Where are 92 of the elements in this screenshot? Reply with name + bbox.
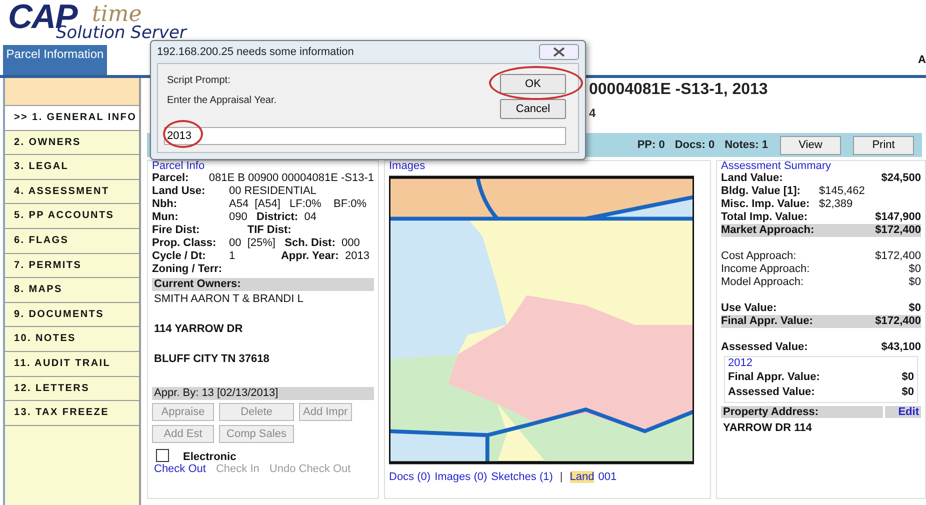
summary-label: Final Appr. Value: bbox=[728, 371, 820, 384]
dialog-button[interactable]: Cancel bbox=[500, 99, 566, 119]
field-value: 090 District: 04 bbox=[229, 211, 316, 224]
sidebar-item[interactable]: 7. PERMITS bbox=[5, 254, 139, 278]
summary-value: $43,100 bbox=[881, 341, 921, 354]
sidebar-item[interactable]: 9. DOCUMENTS bbox=[5, 302, 139, 328]
panel-title: Images bbox=[389, 160, 426, 172]
field-label: Nbh: bbox=[152, 198, 178, 211]
image-link[interactable]: Sketches (1) bbox=[491, 471, 553, 483]
field-label: Land Use: bbox=[152, 185, 206, 198]
input-field[interactable]: 2013 bbox=[164, 127, 566, 145]
field-value: A54 [A54] LF:0% BF:0% bbox=[229, 198, 367, 211]
sidebar-item[interactable]: 6. FLAGS bbox=[5, 228, 139, 254]
summary-label: Use Value: bbox=[721, 302, 777, 315]
field-value: 1 Appr. Year: 2013 bbox=[229, 250, 370, 263]
header-text: A bbox=[918, 54, 926, 66]
panel-title: Assessment Summary bbox=[721, 160, 832, 172]
field-value: 081E B 00900 00004081E -S13-1 bbox=[208, 172, 374, 185]
image-tab[interactable]: Land bbox=[570, 471, 594, 483]
summary-label: Cost Approach: bbox=[721, 250, 796, 263]
sidebar-item[interactable]: 2. OWNERS bbox=[5, 130, 139, 156]
section-header: Current Owners: bbox=[152, 278, 374, 291]
panel-title: Parcel Info bbox=[152, 160, 205, 172]
field-value: 00 [25%] Sch. Dist: 000 bbox=[229, 237, 360, 250]
sidebar-item[interactable]: 5. PP ACCOUNTS bbox=[5, 204, 139, 229]
image-link[interactable]: Docs (0) bbox=[389, 471, 431, 483]
summary-label: Model Approach: bbox=[721, 276, 804, 289]
summary-label: Land Value: bbox=[721, 172, 783, 185]
summary-label: Income Approach: bbox=[721, 263, 810, 276]
count-label: Docs: 0 bbox=[674, 139, 715, 151]
property-address: YARROW DR 114 bbox=[722, 422, 813, 434]
summary-row: Market Approach: $172,400 bbox=[721, 224, 921, 237]
summary-value: $147,900 bbox=[875, 211, 921, 224]
owner-name: SMITH AARON T & BRANDI L bbox=[153, 293, 304, 305]
summary-value: $24,500 bbox=[881, 172, 921, 185]
field-label: Zoning / Terr: bbox=[152, 263, 224, 276]
summary-label: Assessed Value: bbox=[728, 386, 815, 399]
checkbox-label: Electronic bbox=[183, 451, 236, 463]
toolbar-button[interactable]: Print bbox=[853, 136, 914, 154]
count-label: Notes: 1 bbox=[724, 139, 768, 151]
field-label: Fire Dist: bbox=[152, 224, 201, 237]
sidebar-item[interactable]: 13. TAX FREEZE bbox=[5, 401, 139, 426]
sidebar-item[interactable]: >> 1. GENERAL INFO bbox=[5, 106, 139, 131]
field-label: Prop. Class: bbox=[152, 237, 218, 250]
image-tab[interactable]: 001 bbox=[598, 471, 617, 483]
record-subtitle: 4 bbox=[589, 106, 597, 120]
summary-label: Misc. Imp. Value: bbox=[721, 198, 811, 211]
link[interactable]: Check Out bbox=[154, 463, 206, 475]
parcel-information-tab[interactable]: Parcel Information bbox=[3, 45, 107, 75]
sidebar-item[interactable]: 3. LEGAL bbox=[5, 155, 139, 180]
owner-address: 114 YARROW DR bbox=[153, 323, 244, 335]
summary-value: $145,462 bbox=[819, 185, 865, 198]
toolbar-button[interactable]: View bbox=[780, 136, 841, 154]
summary-value: $0 bbox=[908, 263, 921, 276]
dialog-button[interactable]: OK bbox=[500, 74, 566, 94]
summary-value: $0 bbox=[902, 371, 914, 384]
summary-row: Final Appr. Value: $172,400 bbox=[721, 315, 921, 328]
checkbox[interactable] bbox=[156, 448, 169, 462]
sidebar-item[interactable]: 4. ASSESSMENT bbox=[5, 180, 139, 204]
separator: | bbox=[560, 471, 563, 483]
sidebar-item[interactable]: 8. MAPS bbox=[5, 278, 139, 303]
highlight-ellipse bbox=[163, 120, 203, 148]
field-label: Cycle / Dt: bbox=[152, 250, 207, 263]
summary-value: $0 bbox=[908, 302, 921, 315]
logo: CAP time Solution Server bbox=[7, 0, 188, 45]
field-value: TIF Dist: bbox=[246, 224, 292, 237]
owner-address: BLUFF CITY TN 37618 bbox=[153, 353, 270, 365]
sidebar-item[interactable]: 12. LETTERS bbox=[5, 376, 139, 402]
field-value: 00 RESIDENTIAL bbox=[229, 185, 316, 198]
summary-value: $0 bbox=[902, 386, 914, 399]
close-icon bbox=[553, 47, 565, 57]
sidebar-item[interactable]: 11. AUDIT TRAIL bbox=[5, 352, 139, 377]
prompt-message: Enter the Appraisal Year. bbox=[167, 95, 277, 106]
field-label: Mun: bbox=[152, 211, 180, 224]
summary-label: Bldg. Value [1]: bbox=[721, 185, 802, 198]
field-label: Parcel: bbox=[152, 172, 190, 185]
summary-label: Total Imp. Value: bbox=[721, 211, 808, 224]
record-title: 00004081E -S13-1, 2013 bbox=[589, 81, 768, 99]
sidebar-item[interactable]: 10. NOTES bbox=[5, 327, 139, 352]
edit-link[interactable]: Edit bbox=[885, 406, 921, 418]
prior-year-title: 2012 bbox=[728, 357, 754, 369]
prompt-label: Script Prompt: bbox=[167, 75, 230, 86]
summary-value: $0 bbox=[908, 276, 921, 289]
count-label: PP: 0 bbox=[637, 139, 665, 151]
section-header: Property Address: bbox=[721, 406, 883, 418]
close-button[interactable] bbox=[539, 44, 579, 60]
summary-value: $172,400 bbox=[875, 250, 921, 263]
image-link[interactable]: Images (0) bbox=[434, 471, 488, 483]
appraised-by-bar: Appr. By: 13 [02/13/2013] bbox=[152, 387, 374, 400]
summary-value: $2,389 bbox=[819, 198, 853, 211]
summary-label: Assessed Value: bbox=[721, 341, 808, 354]
dialog-title: 192.168.200.25 needs some information bbox=[157, 46, 354, 58]
